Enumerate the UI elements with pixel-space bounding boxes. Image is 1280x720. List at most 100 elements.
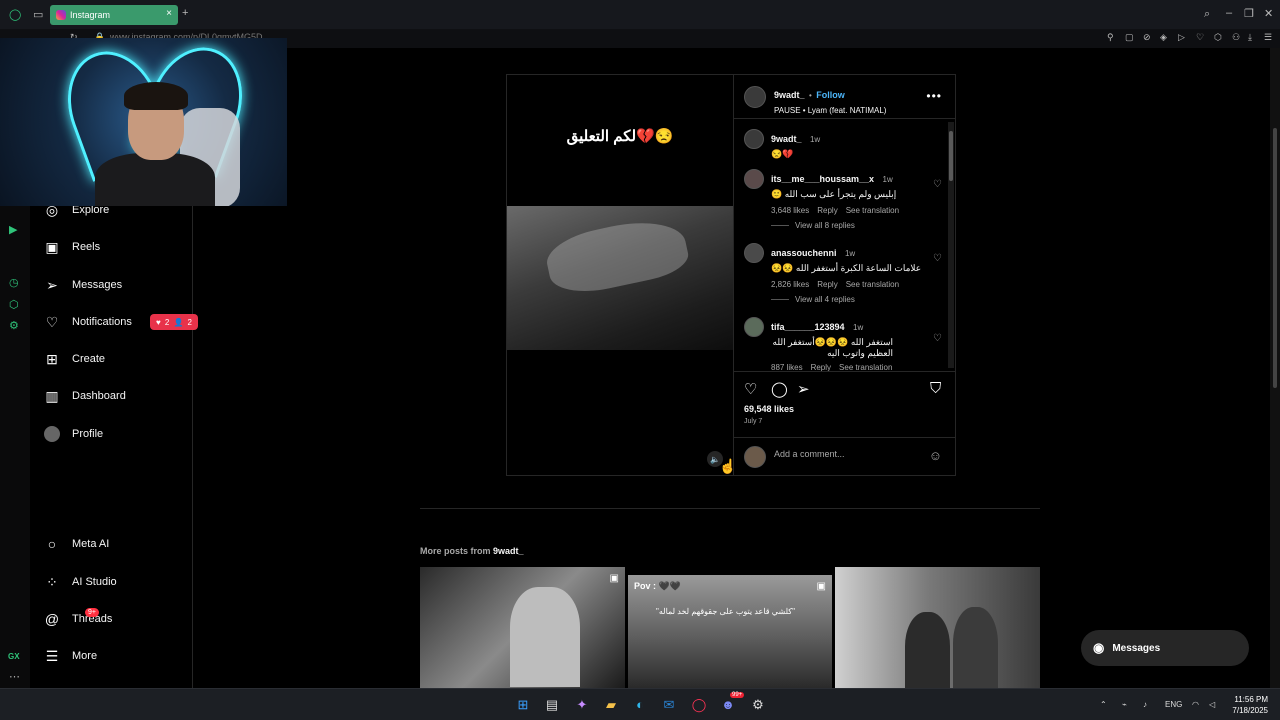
play-icon[interactable]: ▷ — [1178, 32, 1185, 43]
comment-username[interactable]: anassouchenni — [771, 248, 837, 258]
nav-create[interactable]: ⊞ Create — [44, 348, 105, 370]
follow-button[interactable]: Follow — [816, 90, 845, 100]
settings-icon[interactable]: ⚙ — [9, 319, 19, 332]
edge-icon[interactable]: ◐ — [632, 697, 648, 713]
easy-setup-icon[interactable]: ☰ — [1264, 32, 1272, 43]
clock[interactable]: 11:56 PM 7/18/2025 — [1232, 694, 1268, 716]
microphone-icon[interactable]: ♪ — [1143, 700, 1147, 709]
see-translation-button[interactable]: See translation — [846, 206, 899, 215]
shield-icon[interactable]: ◈ — [1160, 32, 1167, 43]
see-translation-button[interactable]: See translation — [839, 363, 892, 371]
comment-username[interactable]: its__me___houssam__x — [771, 174, 874, 184]
volume-icon[interactable]: ◁ — [1209, 700, 1215, 709]
nav-ai-studio[interactable]: ⁘ AI Studio — [44, 571, 117, 593]
snapshot-icon[interactable]: ▢ — [1125, 32, 1134, 43]
opera-gx-icon[interactable]: ◯ — [691, 697, 707, 713]
close-window-icon[interactable]: ✕ — [1264, 7, 1273, 20]
emoji-icon[interactable]: ☺ — [929, 448, 942, 463]
page-scroll-thumb[interactable] — [1273, 128, 1277, 388]
steam-icon[interactable]: ⚙ — [750, 697, 766, 713]
language-indicator[interactable]: ENG — [1165, 700, 1182, 709]
nav-messages[interactable]: ➢ Messages — [44, 274, 122, 296]
nav-reels[interactable]: ▣ Reels — [44, 236, 100, 258]
author-username[interactable]: 9wadt_ — [774, 90, 805, 100]
favorite-heart-icon[interactable]: ♡ — [1196, 32, 1204, 43]
sidebar-more-icon[interactable]: ⋯ — [9, 670, 20, 683]
nav-more[interactable]: ☰ More — [44, 645, 97, 667]
comment-like-icon[interactable]: ♡ — [933, 179, 942, 190]
new-tab-button[interactable]: + — [182, 7, 188, 19]
extensions-sidebar-icon[interactable]: ⬡ — [9, 298, 19, 311]
file-explorer-icon[interactable]: ▰ — [603, 697, 619, 713]
more-post-thumb[interactable] — [835, 567, 1040, 688]
comment-reply-button[interactable]: Reply — [817, 206, 837, 215]
page-scrollbar[interactable] — [1270, 48, 1280, 688]
audio-track[interactable]: PAUSE • Lyam (feat. NATIMAL) — [774, 106, 886, 115]
comment-reply-button[interactable]: Reply — [811, 363, 831, 371]
account-icon[interactable]: ⚇ — [1232, 32, 1240, 43]
view-replies-button[interactable]: View all 4 replies — [771, 295, 855, 304]
more-options-icon[interactable]: ••• — [926, 89, 942, 103]
more-post-thumb[interactable]: ▣ — [420, 567, 625, 688]
nav-create-label: Create — [72, 353, 106, 365]
tab-instagram[interactable]: Instagram × — [50, 5, 178, 25]
comment-likes[interactable]: 887 likes — [771, 363, 803, 371]
nav-dashboard[interactable]: ▥ Dashboard — [44, 385, 125, 407]
tab-close-icon[interactable]: × — [166, 8, 172, 19]
network-icon[interactable]: ⌁ — [1122, 700, 1127, 709]
minimize-icon[interactable]: – — [1226, 7, 1232, 19]
nav-meta-ai[interactable]: ○ Meta AI — [44, 533, 110, 555]
comment-likes[interactable]: 3,648 likes — [771, 206, 809, 215]
player-icon[interactable]: ▶ — [9, 223, 17, 236]
comments-scroll-thumb[interactable] — [949, 131, 953, 181]
send-icon: ➢ — [46, 276, 58, 293]
caption-avatar[interactable] — [744, 129, 764, 149]
like-icon[interactable]: ♡ — [744, 380, 757, 398]
history-icon[interactable]: ◷ — [9, 276, 19, 289]
maximize-icon[interactable]: ❐ — [1244, 7, 1254, 20]
post-media[interactable]: لكم التعليق💔😒 🔈 — [507, 75, 733, 475]
more-post-thumb[interactable]: Pov : 🖤🖤 "كلشي قاعد يتوب على جقوقهم لخد … — [628, 575, 832, 688]
gamepad-icon[interactable]: ▭ — [33, 8, 43, 21]
download-icon[interactable]: ⤓ — [1248, 32, 1252, 43]
nav-profile[interactable]: Profile — [44, 423, 103, 445]
likes-count[interactable]: 69,548 likes — [744, 404, 794, 414]
comment-avatar[interactable] — [744, 317, 764, 337]
comment-avatar[interactable] — [744, 243, 764, 263]
my-avatar — [744, 446, 766, 468]
comment-icon[interactable]: ◯ — [771, 380, 788, 398]
more-posts-author[interactable]: 9wadt_ — [493, 546, 524, 556]
copilot-icon[interactable]: ✦ — [574, 697, 590, 713]
media-caption-text: لكم التعليق💔😒 — [566, 128, 674, 145]
comment-like-icon[interactable]: ♡ — [933, 253, 942, 264]
comment-username[interactable]: tifa______123894 — [771, 322, 845, 332]
messages-pill-button[interactable]: ◉ Messages — [1081, 630, 1249, 666]
outlook-icon[interactable]: ✉ — [661, 697, 677, 713]
see-translation-button[interactable]: See translation — [846, 280, 899, 289]
comment-text: استغفر الله 😣😣😣أستغفر الله العظيم واتوب … — [772, 337, 893, 358]
tray-chevron-icon[interactable]: ⌃ — [1100, 700, 1107, 709]
search-icon[interactable]: ⌕ — [1204, 8, 1210, 21]
comment-avatar[interactable] — [744, 169, 764, 189]
notepad-icon[interactable]: ▤ — [544, 697, 560, 713]
comment-input[interactable] — [774, 449, 914, 459]
nav-notifications[interactable]: ♡ Notifications — [44, 311, 132, 333]
chart-icon: ▥ — [45, 387, 59, 404]
comment-like-icon[interactable]: ♡ — [933, 333, 942, 344]
view-replies-button[interactable]: View all 8 replies — [771, 221, 855, 230]
comment-likes[interactable]: 2,826 likes — [771, 280, 809, 289]
bookmark-icon[interactable]: ⛉ — [930, 380, 941, 397]
caption-username[interactable]: 9wadt_ — [771, 134, 802, 144]
discord-icon[interactable]: ☻ — [720, 697, 736, 713]
nav-threads[interactable]: @ Threads — [44, 608, 112, 630]
adblock-icon[interactable]: ⊘ — [1143, 32, 1151, 43]
extensions-icon[interactable]: ⬡ — [1214, 32, 1222, 43]
wifi-icon[interactable]: ◠ — [1192, 700, 1199, 709]
notifications-badge[interactable]: ♥ 2 👤 2 — [150, 314, 198, 330]
opera-logo-icon[interactable]: ◯ — [9, 8, 21, 21]
author-avatar[interactable] — [744, 86, 766, 108]
pin-icon[interactable]: ⚲ — [1107, 32, 1114, 43]
share-icon[interactable]: ➢ — [797, 380, 810, 398]
windows-start-icon[interactable]: ⊞ — [515, 697, 531, 713]
comment-reply-button[interactable]: Reply — [817, 280, 837, 289]
